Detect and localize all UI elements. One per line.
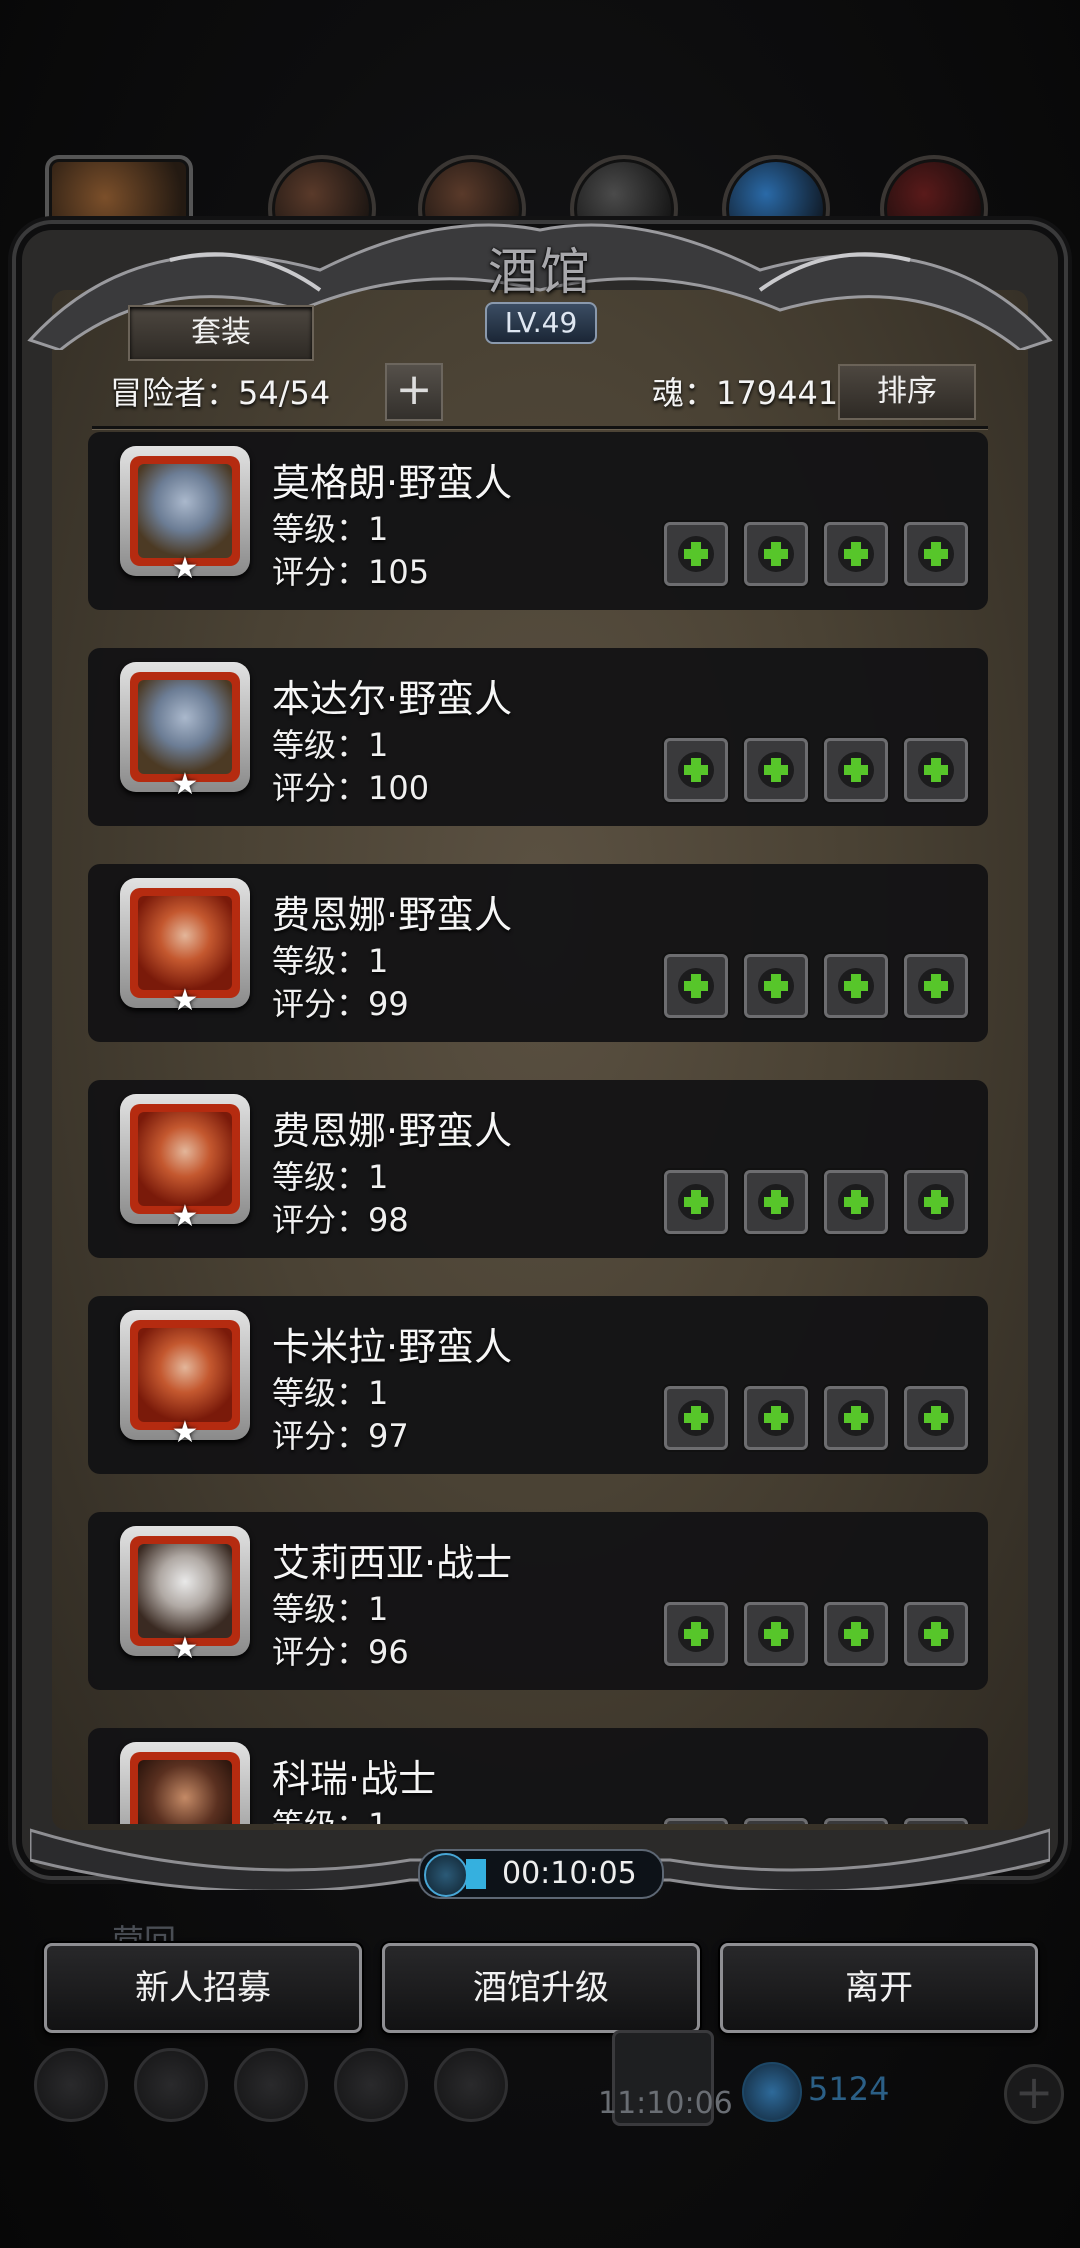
hero-score: 评分：98 <box>272 1201 409 1239</box>
soul-count: 魂：179441 <box>652 374 839 412</box>
armor-slot-icon[interactable] <box>744 738 808 802</box>
hero-name: 费恩娜·野蛮人 <box>272 893 513 937</box>
mail-icon[interactable] <box>334 2048 408 2122</box>
armor-slot-icon[interactable] <box>744 954 808 1018</box>
star-icon: ★ <box>171 767 199 802</box>
hero-score: 评分：97 <box>272 1417 409 1455</box>
add-gem-button[interactable]: + <box>1004 2064 1064 2124</box>
star-icon: ★ <box>171 1631 199 1666</box>
hero-level: 等级：1 <box>272 1374 389 1412</box>
hero-portrait: ★ <box>120 1742 250 1824</box>
amulet-slot-icon[interactable] <box>904 522 968 586</box>
ring-slot-icon[interactable] <box>824 522 888 586</box>
hero-card[interactable]: ★ 费恩娜·野蛮人 等级：1 评分：98 <box>88 1080 988 1258</box>
hero-level: 等级：1 <box>272 726 389 764</box>
amulet-slot-icon[interactable] <box>904 738 968 802</box>
hero-portrait: ★ <box>120 1310 250 1448</box>
star-icon: ★ <box>171 983 199 1018</box>
suit-button[interactable]: 套装 <box>128 305 314 361</box>
ring-slot-icon[interactable] <box>824 1170 888 1234</box>
armor-slot-icon[interactable] <box>744 1602 808 1666</box>
star-icon: ★ <box>171 1199 199 1234</box>
hero-card[interactable]: ★ 本达尔·野蛮人 等级：1 评分：100 <box>88 648 988 826</box>
amulet-slot-icon[interactable] <box>904 1170 968 1234</box>
leave-button[interactable]: 离开 <box>720 1943 1038 2033</box>
ring-slot-icon[interactable] <box>824 1602 888 1666</box>
weapon-slot-icon[interactable] <box>664 1602 728 1666</box>
adventurer-count: 冒险者：54/54 <box>110 374 331 412</box>
achievement-icon[interactable] <box>134 2048 208 2122</box>
armor-slot-icon[interactable] <box>744 1386 808 1450</box>
settings-icon[interactable] <box>34 2048 108 2122</box>
ring-slot-icon[interactable] <box>824 954 888 1018</box>
timer-text: 00:10:05 <box>502 1856 637 1891</box>
guild-icon[interactable] <box>234 2048 308 2122</box>
weapon-slot-icon[interactable] <box>664 522 728 586</box>
tavern-level-badge: LV.49 <box>485 302 597 344</box>
gem-count: 5124 <box>808 2070 890 2108</box>
add-slot-button[interactable]: + <box>385 363 443 421</box>
hero-level: 等级：1 <box>272 1158 389 1196</box>
divider <box>92 426 988 429</box>
ring-slot-icon[interactable] <box>824 1386 888 1450</box>
page-title: 酒馆 <box>488 243 592 301</box>
hero-portrait: ★ <box>120 662 250 800</box>
armor-slot-icon[interactable] <box>744 1170 808 1234</box>
star-icon: ★ <box>171 551 199 586</box>
amulet-slot-icon[interactable] <box>904 1386 968 1450</box>
hero-score: 评分：105 <box>272 553 430 591</box>
hero-name: 科瑞·战士 <box>272 1757 437 1801</box>
hero-portrait: ★ <box>120 446 250 584</box>
gem-icon <box>742 2062 802 2122</box>
hero-name: 莫格朗·野蛮人 <box>272 461 513 505</box>
ring-slot-icon[interactable] <box>824 738 888 802</box>
timer-progress-bar <box>466 1859 486 1889</box>
hero-level: 等级：1 <box>272 942 389 980</box>
hero-level: 等级：1 <box>272 510 389 548</box>
amulet-slot-icon[interactable] <box>904 954 968 1018</box>
hero-card[interactable]: ★ 卡米拉·野蛮人 等级：1 评分：97 <box>88 1296 988 1474</box>
hero-portrait: ★ <box>120 878 250 1016</box>
hero-card[interactable]: ★ 科瑞·战士 等级：1 <box>88 1728 988 1824</box>
weapon-slot-icon[interactable] <box>664 954 728 1018</box>
hero-portrait: ★ <box>120 1526 250 1664</box>
refresh-timer: 00:10:05 <box>418 1849 664 1899</box>
hero-score: 评分：99 <box>272 985 409 1023</box>
tavern-upgrade-button[interactable]: 酒馆升级 <box>382 1943 700 2033</box>
amulet-slot-icon[interactable] <box>904 1602 968 1666</box>
weapon-slot-icon[interactable] <box>664 1170 728 1234</box>
hero-portrait: ★ <box>120 1094 250 1232</box>
hero-name: 卡米拉·野蛮人 <box>272 1325 513 1369</box>
weapon-slot-icon[interactable] <box>664 1386 728 1450</box>
hero-name: 费恩娜·野蛮人 <box>272 1109 513 1153</box>
hero-list[interactable]: ★ 莫格朗·野蛮人 等级：1 评分：105 ★ 本达尔·野蛮人 等级：1 评分：… <box>88 432 988 1824</box>
hero-score: 评分：96 <box>272 1633 409 1671</box>
hero-level: 等级：1 <box>272 1590 389 1628</box>
recruit-button[interactable]: 新人招募 <box>44 1943 362 2033</box>
clock-icon <box>424 1853 468 1897</box>
weapon-slot-icon[interactable] <box>664 738 728 802</box>
background-time: 11:10:06 <box>598 2086 733 2121</box>
armor-slot-icon[interactable] <box>744 522 808 586</box>
star-icon: ★ <box>171 1415 199 1450</box>
sort-button[interactable]: 排序 <box>838 364 976 420</box>
hero-card[interactable]: ★ 艾莉西亚·战士 等级：1 评分：96 <box>88 1512 988 1690</box>
hero-score: 评分：100 <box>272 769 430 807</box>
map-icon[interactable] <box>434 2048 508 2122</box>
hero-card[interactable]: ★ 莫格朗·野蛮人 等级：1 评分：105 <box>88 432 988 610</box>
hero-name: 艾莉西亚·战士 <box>272 1541 513 1585</box>
hero-name: 本达尔·野蛮人 <box>272 677 513 721</box>
hero-card[interactable]: ★ 费恩娜·野蛮人 等级：1 评分：99 <box>88 864 988 1042</box>
